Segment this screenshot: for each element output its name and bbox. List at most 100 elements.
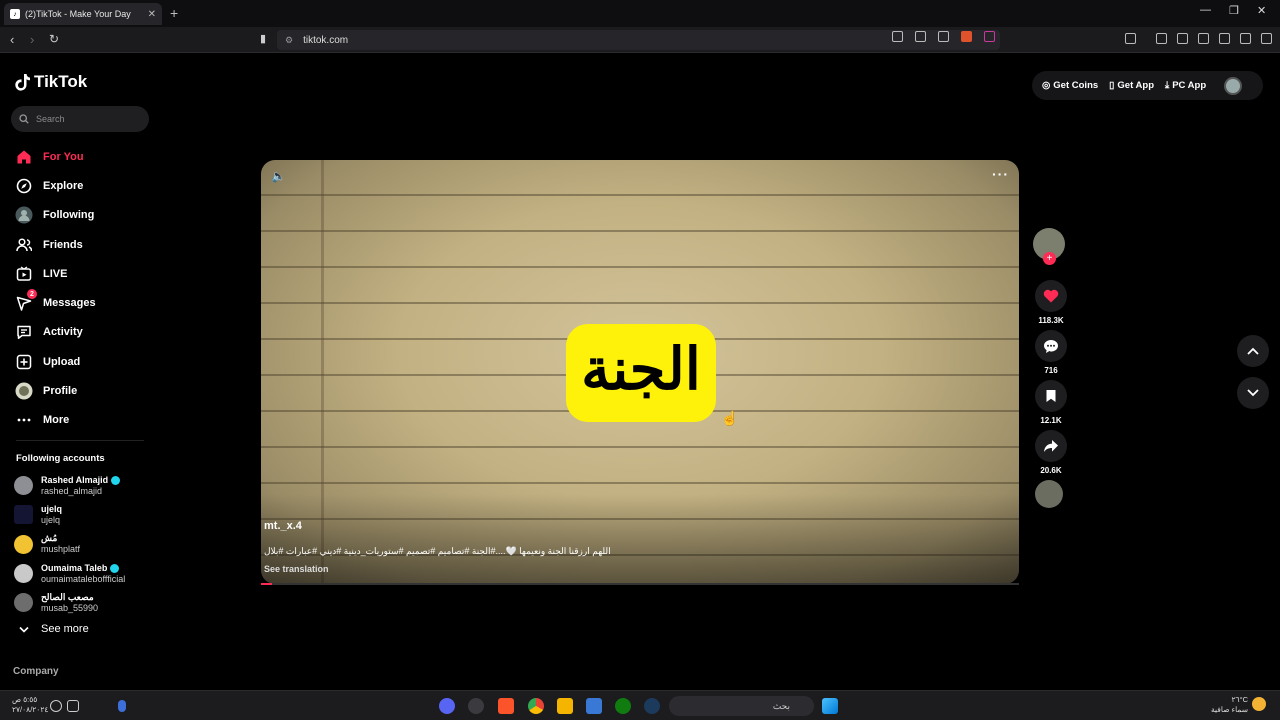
brave-rewards-icon[interactable] [984, 31, 995, 42]
translate-icon[interactable] [892, 31, 903, 42]
video-progress-bar[interactable] [261, 583, 1019, 585]
leo-ai-icon[interactable] [1219, 33, 1230, 44]
hand-cursor-icon: ☝ [721, 410, 739, 426]
following-account[interactable]: Oumaima Taleb oumaimataleboffficial [14, 559, 125, 588]
taskbar-clock[interactable]: ٥:٥٥ ص ٢٧/٠٨/٢٠٢٤ [12, 695, 48, 715]
toolbar-icons [1125, 33, 1272, 44]
menu-item-more[interactable]: More [15, 406, 96, 435]
account-handle: rashed_almajid [41, 485, 103, 496]
steam-icon[interactable] [644, 698, 660, 714]
account-name: Oumaima Taleb [41, 562, 108, 573]
share-count: 20.6K [1040, 466, 1062, 475]
account-name: ujelq [41, 503, 63, 514]
video-description: اللهم ارزقنا الجنة ونعيمها 🤍....#الجنة #… [264, 546, 611, 556]
sidebar-icon[interactable] [1177, 33, 1188, 44]
forward-icon[interactable]: › [30, 32, 34, 47]
compass-icon [15, 177, 33, 195]
brave-shield-icon[interactable] [961, 31, 972, 42]
bookmark-icon[interactable]: ▮ [260, 32, 266, 45]
speaker-icon[interactable] [50, 700, 62, 712]
video-player[interactable]: الجنة 🔈 ··· mt._x.4 اللهم ارزقنا الجنة و… [261, 160, 1019, 584]
weather-widget[interactable]: ٢٦°C سماء صافية [1211, 695, 1248, 715]
previous-video-button[interactable] [1237, 335, 1269, 367]
menu-item-activity[interactable]: Activity [15, 318, 96, 347]
back-icon[interactable]: ‹ [10, 32, 14, 47]
menu-item-friends[interactable]: Friends [15, 230, 96, 259]
cast-icon[interactable] [915, 31, 926, 42]
video-progress-fill [261, 583, 273, 585]
menu-item-explore[interactable]: Explore [15, 171, 96, 200]
following-account[interactable]: ujelq ujelq [14, 500, 125, 529]
comment-icon [1035, 330, 1067, 362]
get-app-label: Get App [1117, 80, 1154, 91]
site-info-icon[interactable]: ⚙ [285, 35, 293, 46]
windows-taskbar: ٥:٥٥ ص ٢٧/٠٨/٢٠٢٤ بحث ٢٦°C سماء صافية [0, 690, 1280, 720]
minimize-icon[interactable]: — [1200, 4, 1211, 16]
chevron-down-icon [19, 626, 29, 633]
store-icon[interactable] [586, 698, 602, 714]
xbox-icon[interactable] [615, 698, 631, 714]
menu-item-profile[interactable]: Profile [15, 376, 96, 405]
menu-icon[interactable] [1261, 33, 1272, 44]
menu-label: Following [43, 209, 95, 222]
volume-icon[interactable]: 🔈 [271, 169, 286, 183]
see-translation-link[interactable]: See translation [264, 564, 329, 574]
user-avatar[interactable] [1224, 76, 1243, 95]
search-input[interactable]: Search [11, 106, 149, 132]
more-options-icon[interactable]: ··· [992, 166, 1009, 182]
tiktok-logo[interactable]: TikTok [15, 72, 87, 92]
discord-icon[interactable] [439, 698, 455, 714]
next-video-button[interactable] [1237, 377, 1269, 409]
url-text: tiktok.com [303, 34, 349, 46]
comment-button[interactable]: 716 [1033, 330, 1069, 380]
company-link[interactable]: Company [13, 666, 59, 677]
search-placeholder: Search [36, 114, 65, 124]
follow-plus-icon[interactable]: + [1043, 252, 1056, 265]
music-disc-icon[interactable] [1035, 480, 1063, 508]
new-tab-button[interactable]: + [170, 5, 178, 21]
get-app-button[interactable]: ▯ Get App [1109, 80, 1154, 91]
get-coins-button[interactable]: ◎ Get Coins [1042, 80, 1098, 91]
brave-browser-icon[interactable] [498, 698, 514, 714]
chrome-icon[interactable] [528, 698, 544, 714]
like-button[interactable]: 118.3K [1033, 280, 1069, 330]
following-avatar-icon [15, 206, 33, 224]
screenshot-icon[interactable] [1125, 33, 1136, 44]
reload-icon[interactable]: ↻ [49, 32, 59, 46]
media-icon[interactable] [1156, 33, 1167, 44]
following-account[interactable]: مُش mushplatf [14, 530, 125, 559]
wallet-icon[interactable] [1198, 33, 1209, 44]
taskbar-search[interactable]: بحث [669, 696, 814, 716]
microphone-icon[interactable] [118, 700, 126, 712]
vpn-icon[interactable] [1240, 33, 1251, 44]
following-account[interactable]: مصعب الصالح musab_55990 [14, 588, 125, 617]
windows-start-icon[interactable] [822, 698, 838, 714]
network-icon[interactable] [67, 700, 79, 712]
maximize-icon[interactable]: ❐ [1229, 4, 1239, 17]
pc-app-button[interactable]: ⤓ PC App [1165, 80, 1206, 91]
creator-avatar[interactable]: + [1033, 228, 1065, 265]
menu-item-live[interactable]: LIVE [15, 259, 96, 288]
menu-item-following[interactable]: Following [15, 201, 96, 230]
file-explorer-icon[interactable] [557, 698, 573, 714]
share-button[interactable]: 20.6K [1033, 430, 1069, 480]
account-name: مُش [41, 533, 58, 544]
messages-badge: 2 [27, 289, 37, 300]
menu-item-messages[interactable]: 2 Messages [15, 288, 96, 317]
menu-item-for-you[interactable]: For You [15, 142, 96, 171]
close-window-icon[interactable]: ✕ [1257, 4, 1266, 17]
video-author[interactable]: mt._x.4 [264, 520, 302, 532]
app-icon[interactable] [468, 698, 484, 714]
home-icon [15, 148, 33, 166]
share-icon[interactable] [938, 31, 949, 42]
see-more-button[interactable]: See more [19, 623, 89, 635]
menu-item-upload[interactable]: Upload [15, 347, 96, 376]
menu-label: LIVE [43, 267, 68, 280]
activity-icon [15, 323, 33, 341]
comment-count: 716 [1044, 366, 1058, 375]
save-button[interactable]: 12.1K [1033, 380, 1069, 430]
following-account[interactable]: Rashed Almajid rashed_almajid [14, 471, 125, 500]
close-tab-icon[interactable]: ✕ [148, 9, 156, 20]
following-accounts-list: Rashed Almajid rashed_almajid ujelq ujel… [14, 471, 125, 617]
browser-tab[interactable]: ♪ (2)TikTok - Make Your Day ✕ [4, 3, 162, 25]
